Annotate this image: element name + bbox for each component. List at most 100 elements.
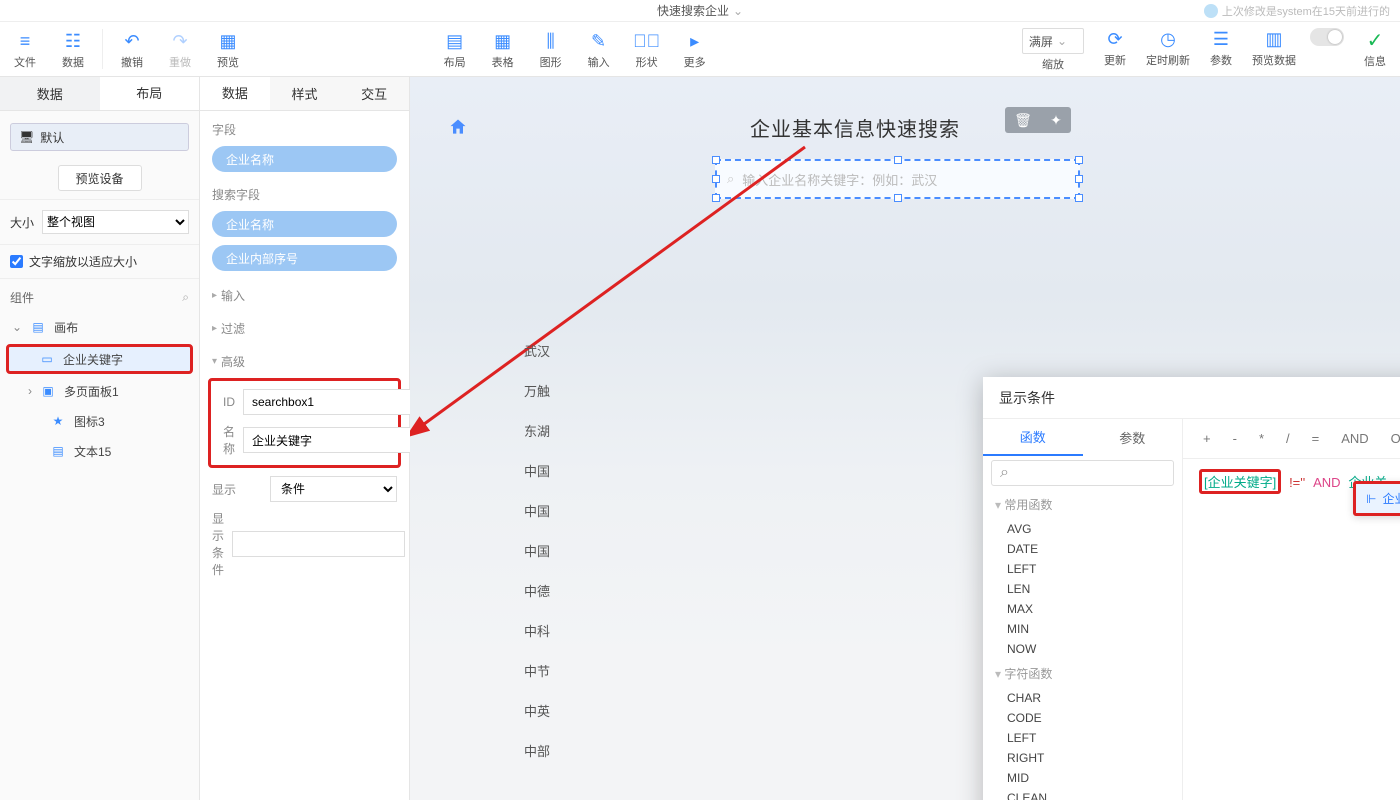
chevron-down-icon[interactable]: ⌄ [733,4,743,18]
undo-button[interactable]: ↶撤销 [115,28,149,70]
fn-item[interactable]: LEFT [983,728,1182,748]
suggest-item[interactable]: ⊩ 企业关键字 [1356,484,1400,513]
fn-group-string[interactable]: 字符函数 [983,659,1182,688]
more-icon[interactable]: ✦ [1050,112,1062,129]
function-search[interactable]: ⌕ [991,460,1174,486]
input-section[interactable]: 输入 [200,275,409,308]
autocomplete-popup[interactable]: ⊩ 企业关键字 [1353,481,1400,516]
fit-text-label: 文字缩放以适应大小 [29,253,137,270]
placeholder-text: 输入企业名称关键字：例如：武汉 [742,170,937,189]
searchbox-icon: ▭ [37,349,57,369]
widget-toolbar[interactable]: 🗑 ✦ [1005,107,1071,133]
preview-data-button[interactable]: ▥预览数据 [1252,26,1296,68]
fn-item[interactable]: MID [983,768,1182,788]
search-field-label: 搜索字段 [200,176,409,207]
tab-layout[interactable]: 布局 [100,77,200,110]
tree-node-keyword[interactable]: ▭企业关键字 [6,344,193,374]
id-input[interactable] [243,389,416,415]
size-select[interactable]: 整个视图 [42,210,189,234]
shape-button[interactable]: ◻⃝形状 [630,28,664,70]
filter-section[interactable]: 过滤 [200,308,409,341]
tab-functions[interactable]: 函数 [983,419,1083,456]
showcond-input[interactable] [232,531,405,557]
fn-item[interactable]: NOW [983,639,1182,659]
fn-item[interactable]: AVG [983,519,1182,539]
showcond-label: 显示条件 [212,510,224,578]
zoom-select[interactable]: 满屏⌄ 缩放 [1022,26,1084,72]
fn-item[interactable]: MAX [983,599,1182,619]
home-icon[interactable] [448,117,468,137]
main-toolbar: ≡文件 ☷数据 ↶撤销 ↷重做 ▦预览 ▤布局 ▦表格 ⫼图形 ✎输入 ◻⃝形状… [0,22,1400,77]
left-tabs: 数据 布局 [0,77,199,111]
layout-button[interactable]: ▤布局 [438,28,472,70]
tree-node-canvas[interactable]: ⌄▤画布 [0,312,199,342]
table-button[interactable]: ▦表格 [486,28,520,70]
info-button[interactable]: ✓信息 [1358,26,1392,69]
fn-group-common[interactable]: 常用函数 [983,490,1182,519]
search-icon[interactable]: ⌕ [182,290,189,305]
timed-refresh-button[interactable]: ◷定时刷新 [1146,26,1190,68]
data-button[interactable]: ☷数据 [56,28,90,70]
fit-text-checkbox[interactable] [10,255,23,268]
title-bar: 快速搜索企业 ⌄ 上次修改是system在15天前进行的 [0,0,1400,22]
id-label: ID [223,395,235,409]
delete-icon[interactable]: 🗑 [1014,112,1032,129]
page-title: 企业基本信息快速搜索 [750,113,960,142]
selected-searchbox[interactable]: ⌕ 输入企业名称关键字：例如：武汉 [715,159,1080,199]
name-input[interactable] [243,427,416,453]
tab-prop-inter[interactable]: 交互 [339,77,409,110]
fn-item[interactable]: CODE [983,708,1182,728]
monitor-icon: 🖥 [19,130,34,144]
field-icon: ⊩ [1366,492,1376,506]
tree-node-icon3[interactable]: ★图标3 [0,406,199,436]
design-canvas[interactable]: 企业基本信息快速搜索 🗑 ✦ ⌕ 输入企业名称关键字：例如：武汉 武汉万触东湖 … [410,77,1400,800]
dialog-right: + - * / = AND OR ( ) < > <= >= != [1183,419,1400,800]
fn-item[interactable]: RIGHT [983,748,1182,768]
fn-item[interactable]: LEFT [983,559,1182,579]
tab-params[interactable]: 参数 [1083,419,1183,456]
op[interactable]: + [1203,431,1211,446]
op[interactable]: - [1233,431,1237,446]
dialog-tabs: 函数 参数 [983,419,1182,456]
tree-node-multipanel[interactable]: ›▣多页面板1 [0,376,199,406]
preview-button[interactable]: ▦预览 [211,28,245,70]
params-button[interactable]: ☰参数 [1204,26,1238,68]
fn-item[interactable]: DATE [983,539,1182,559]
tree-node-text15[interactable]: ▤文本15 [0,436,199,466]
more-button[interactable]: ▸更多 [678,28,712,70]
component-tree: ⌄▤画布 ▭企业关键字 ›▣多页面板1 ★图标3 ▤文本15 [0,312,199,466]
default-layout-row[interactable]: 🖥 默认 [10,123,189,151]
op[interactable]: AND [1341,431,1368,446]
search-field-pill-2[interactable]: 企业内部序号 [212,245,397,271]
input-button[interactable]: ✎输入 [582,28,616,70]
search-field-pill-1[interactable]: 企业名称 [212,211,397,237]
file-button[interactable]: ≡文件 [8,28,42,70]
refresh-button[interactable]: ⟳更新 [1098,26,1132,68]
tab-data[interactable]: 数据 [0,77,100,110]
fn-item[interactable]: MIN [983,619,1182,639]
canvas-icon: ▤ [28,317,48,337]
op[interactable]: = [1312,431,1320,446]
tab-prop-style[interactable]: 样式 [270,77,340,110]
result-preview: 武汉万触东湖 中国中国中国 中德中科中节 中英中部 [524,332,550,772]
preview-device-button[interactable]: 预览设备 [58,165,142,191]
op[interactable]: * [1259,431,1264,446]
show-select[interactable]: 条件 [270,476,397,502]
condition-dialog: 显示条件 ✕ 函数 参数 ⌕ 常用函数 AVG DATE LEFT LEN [983,377,1400,800]
fn-item[interactable]: CLEAN [983,788,1182,800]
fn-item[interactable]: LEN [983,579,1182,599]
op[interactable]: / [1286,431,1290,446]
search-icon: ⌕ [727,171,734,187]
chart-button[interactable]: ⫼图形 [534,28,568,70]
doc-title[interactable]: 快速搜索企业 [657,2,729,19]
op[interactable]: OR [1391,431,1400,446]
info-toggle[interactable] [1310,26,1344,62]
tab-prop-data[interactable]: 数据 [200,77,270,110]
text-icon: ▤ [48,441,68,461]
advanced-section[interactable]: 高级 [200,341,409,374]
fit-text-row[interactable]: 文字缩放以适应大小 [0,245,199,279]
field-pill[interactable]: 企业名称 [212,146,397,172]
expr-neq: !='' [1289,475,1305,490]
expression-editor[interactable]: [企业关键字] !='' AND 企业关 ⊩ 企业关键字 [1183,459,1400,800]
fn-item[interactable]: CHAR [983,688,1182,708]
